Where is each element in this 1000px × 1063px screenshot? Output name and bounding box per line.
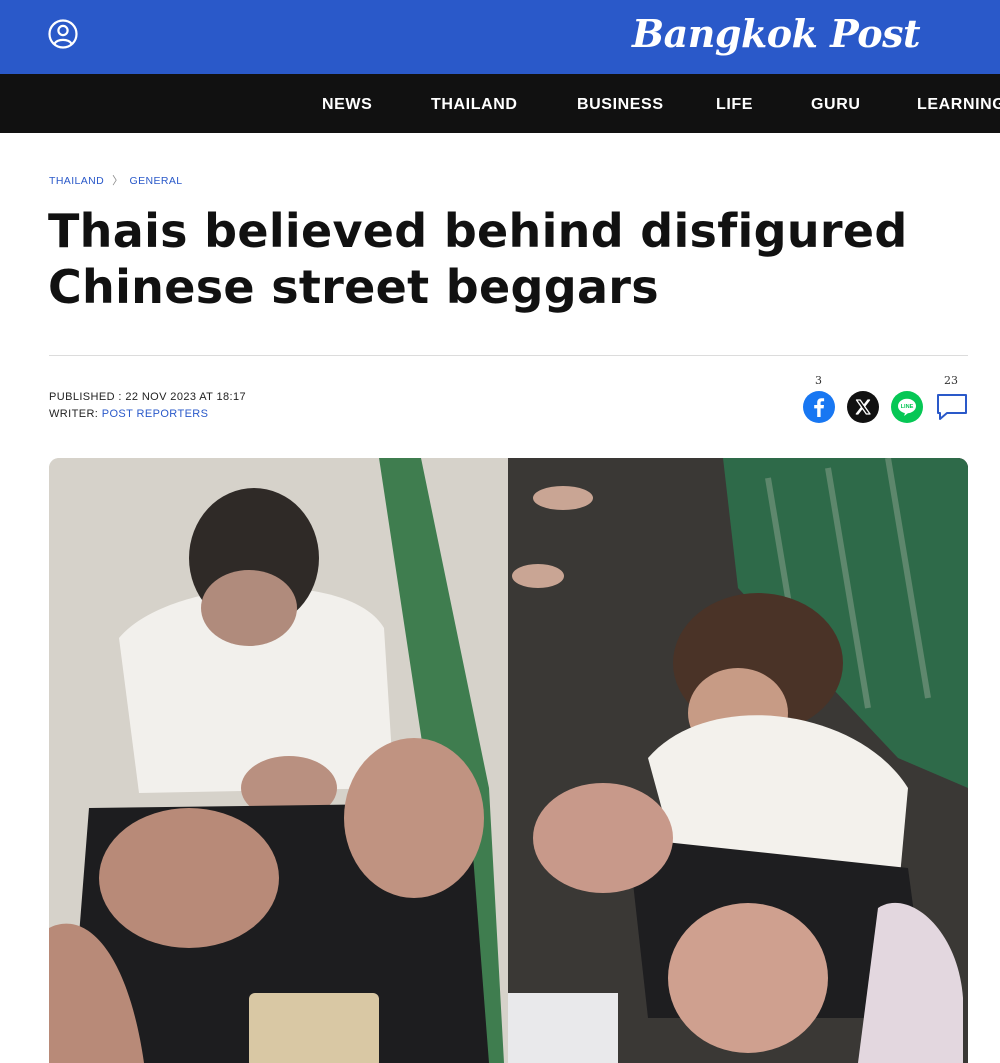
comment-count: 23 xyxy=(944,374,958,387)
breadcrumb: THAILAND 〉 GENERAL xyxy=(49,172,183,188)
facebook-share-button[interactable] xyxy=(803,391,835,423)
facebook-icon xyxy=(814,398,825,417)
photo-panel-right xyxy=(498,458,968,1063)
nav-item-guru[interactable]: GURU xyxy=(811,74,861,133)
article-headline: Thais believed behind disfigured Chinese… xyxy=(48,204,908,314)
line-share-button[interactable]: LINE xyxy=(891,391,923,423)
site-logo[interactable]: Bangkok Post xyxy=(632,8,921,60)
top-header: Bangkok Post xyxy=(0,0,1000,74)
divider xyxy=(49,355,968,356)
nav-item-life[interactable]: LIFE xyxy=(716,74,753,133)
x-icon xyxy=(855,399,871,415)
nav-item-thailand[interactable]: THAILAND xyxy=(431,74,518,133)
published-date: PUBLISHED : 22 NOV 2023 AT 18:17 xyxy=(49,391,247,403)
writer-line: WRITER: POST REPORTERS xyxy=(49,406,246,423)
breadcrumb-thailand[interactable]: THAILAND xyxy=(49,175,104,187)
comments-button[interactable] xyxy=(935,391,969,423)
user-account-button[interactable] xyxy=(46,17,80,51)
nav-item-news[interactable]: NEWS xyxy=(322,74,372,133)
article-hero-image xyxy=(49,458,968,1063)
line-icon: LINE xyxy=(898,398,916,416)
article-meta: PUBLISHED : 22 NOV 2023 AT 18:17 WRITER:… xyxy=(49,389,246,423)
comment-icon xyxy=(937,394,967,420)
breadcrumb-general[interactable]: GENERAL xyxy=(130,175,183,187)
photo-panel-left xyxy=(49,458,508,1063)
writer-label: WRITER: xyxy=(49,408,99,420)
x-share-button[interactable] xyxy=(847,391,879,423)
nav-item-business[interactable]: BUSINESS xyxy=(577,74,664,133)
chevron-right-icon: 〉 xyxy=(112,175,124,187)
nav-item-learning[interactable]: LEARNING xyxy=(917,74,1000,133)
user-circle-icon xyxy=(48,19,78,49)
svg-text:LINE: LINE xyxy=(901,404,914,410)
writer-link[interactable]: POST REPORTERS xyxy=(102,408,209,420)
main-nav: NEWS THAILAND BUSINESS LIFE GURU LEARNIN… xyxy=(0,74,1000,133)
facebook-share-count: 3 xyxy=(815,374,822,387)
